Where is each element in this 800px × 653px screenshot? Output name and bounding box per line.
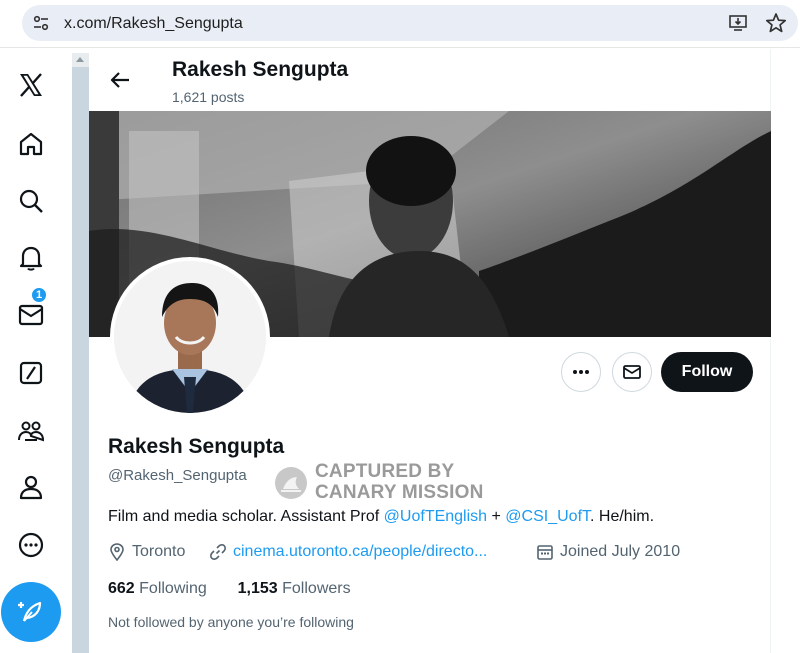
website-link[interactable]: cinema.utoronto.ca/people/directo...: [233, 543, 487, 561]
scrollbar-track[interactable]: [72, 53, 89, 653]
more-circle-icon[interactable]: [12, 526, 50, 564]
header-profile-name: Rakesh Sengupta: [172, 58, 349, 81]
more-options-button[interactable]: [561, 352, 601, 392]
header-post-count: 1,621 posts: [172, 89, 245, 105]
site-settings-icon[interactable]: [32, 14, 50, 32]
communities-icon[interactable]: [12, 412, 50, 450]
profile-joined: Joined July 2010: [536, 543, 680, 561]
address-bar[interactable]: x.com/Rakesh_Sengupta: [22, 5, 798, 41]
bio-text: Film and media scholar. Assistant Prof: [108, 508, 384, 525]
profile-website[interactable]: cinema.utoronto.ca/people/directo...: [209, 543, 487, 561]
profile-icon[interactable]: [12, 468, 50, 506]
ellipsis-icon: [573, 370, 589, 374]
back-arrow-icon[interactable]: [109, 69, 131, 91]
watermark-text: CAPTURED BY CANARY MISSION: [315, 461, 484, 503]
calendar-icon: [537, 545, 553, 560]
envelope-icon: [623, 365, 641, 379]
follow-counts: 662 Following 1,153 Followers: [108, 580, 351, 598]
x-logo-icon[interactable]: [12, 66, 50, 104]
followers-label: Followers: [277, 580, 351, 597]
not-followed-note: Not followed by anyone you’re following: [108, 614, 354, 630]
followers-count: 1,153: [237, 580, 278, 597]
profile-handle: @Rakesh_Sengupta: [108, 467, 247, 484]
joined-text: Joined July 2010: [560, 543, 681, 560]
message-button[interactable]: [612, 352, 652, 392]
canary-mission-logo-icon: [275, 467, 307, 499]
sidebar-nav: 1: [0, 48, 62, 653]
profile-location: Toronto: [108, 543, 185, 561]
feather-quill-icon: [18, 601, 42, 622]
following-link[interactable]: 662 Following: [108, 580, 207, 597]
link-chain-icon: [210, 544, 226, 560]
profile-display-name: Rakesh Sengupta: [108, 435, 285, 458]
bio-mention-csi-uoft[interactable]: @CSI_UofT: [505, 508, 590, 525]
grok-icon[interactable]: [12, 354, 50, 392]
bookmark-star-icon[interactable]: [765, 12, 787, 34]
followers-link[interactable]: 1,153 Followers: [238, 580, 351, 597]
browser-toolbar: x.com/Rakesh_Sengupta: [0, 0, 800, 48]
bio-mention-uoftenglish[interactable]: @UofTEnglish: [384, 508, 487, 525]
messages-mail-icon[interactable]: [12, 296, 50, 334]
search-icon[interactable]: [12, 182, 50, 220]
install-app-icon[interactable]: [728, 13, 748, 33]
profile-bio: Film and media scholar. Assistant Prof @…: [108, 508, 654, 526]
location-pin-icon: [110, 543, 124, 561]
watermark-line1: CAPTURED BY: [315, 461, 455, 482]
following-count: 662: [108, 580, 135, 597]
notifications-bell-icon[interactable]: [12, 239, 50, 277]
watermark-line2: CANARY MISSION: [315, 482, 484, 503]
scroll-up-arrow[interactable]: [72, 53, 89, 67]
following-label: Following: [134, 580, 207, 597]
url-text[interactable]: x.com/Rakesh_Sengupta: [64, 15, 243, 33]
home-icon[interactable]: [12, 125, 50, 163]
compose-post-button[interactable]: [1, 582, 61, 642]
profile-avatar[interactable]: [110, 257, 270, 417]
bio-tail: . He/him.: [590, 508, 655, 525]
location-text: Toronto: [132, 543, 186, 560]
follow-button[interactable]: Follow: [661, 352, 753, 392]
profile-main-column: Rakesh Sengupta 1,621 posts Follow Rakes…: [89, 49, 771, 653]
bio-join: +: [487, 508, 506, 525]
